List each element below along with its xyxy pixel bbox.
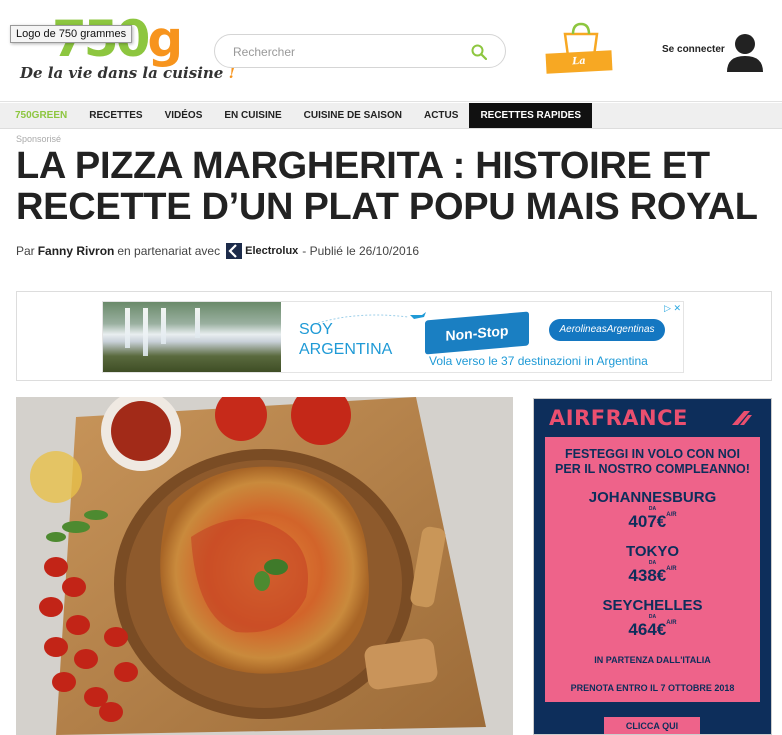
ad-airline-logo: AerolineasArgentinas: [549, 319, 665, 341]
byline-prefix: Par: [16, 244, 35, 258]
destination-city: SEYCHELLES: [602, 597, 703, 614]
side-ad[interactable]: AIRFRANCE FESTEGGI IN VOLO CON NOI PER I…: [533, 398, 772, 735]
shop-label: La Boutique: [545, 50, 613, 88]
article-title: LA PIZZA MARGHERITA : HISTOIRE ET RECETT…: [16, 145, 758, 228]
author-link[interactable]: Fanny Rivron: [38, 244, 115, 258]
banner-ad[interactable]: SOY ARGENTINA Non-Stop AerolineasArgentin…: [102, 301, 684, 373]
plane-icon: [318, 312, 426, 324]
search-icon[interactable]: [471, 44, 487, 60]
site-header: 750g De la vie dans la cuisine ! Logo de…: [0, 0, 782, 102]
banner-ad-container: SOY ARGENTINA Non-Stop AerolineasArgentin…: [16, 291, 772, 381]
ad-subtext: Vola verso le 37 destinazioni in Argenti…: [429, 354, 648, 368]
destination-price: 407€: [628, 512, 667, 531]
site-logo[interactable]: 750g De la vie dans la cuisine !: [18, 12, 235, 92]
airfrance-offer-panel: FESTEGGI IN VOLO CON NOI PER IL NOSTRO C…: [545, 437, 760, 702]
destination-city: JOHANNESBURG: [588, 489, 717, 506]
article-hero-image: [16, 397, 513, 735]
destination-city: TOKYO: [625, 543, 680, 560]
login-link[interactable]: Se connecter: [662, 44, 725, 55]
partner-name: Electrolux: [245, 245, 299, 257]
user-icon[interactable]: [726, 32, 764, 72]
partner-logo[interactable]: Electrolux: [226, 243, 298, 259]
ad-nonstop-badge: Non-Stop: [425, 311, 529, 355]
airfrance-stripe-icon: [732, 411, 752, 425]
offer-headline: FESTEGGI IN VOLO CON NOI PER IL NOSTRO C…: [555, 447, 750, 476]
destination-block: TOKYO DA 438€A/R: [545, 543, 760, 586]
logo-tagline: De la vie dans la cuisine !: [20, 64, 236, 82]
waterfall-photo: [103, 302, 281, 372]
deadline-note: PRENOTA ENTRO IL 7 OTTOBRE 2018: [570, 683, 735, 693]
nav-item-recettes-rapides[interactable]: RECETTES RAPIDES: [469, 103, 593, 128]
destination-price: 438€: [628, 566, 667, 585]
publish-date: - Publié le 26/10/2016: [302, 244, 420, 258]
destination-block: SEYCHELLES DA 464€A/R: [545, 597, 760, 640]
departure-note: IN PARTENZA DALL'ITALIA: [594, 655, 711, 665]
nav-item-videos[interactable]: VIDÉOS: [154, 103, 214, 128]
search-bar: [214, 34, 506, 68]
main-nav: 750GREEN RECETTES VIDÉOS EN CUISINE CUIS…: [0, 103, 782, 129]
search-input[interactable]: [233, 43, 463, 61]
airfrance-logo: AIRFRANCE: [549, 406, 688, 430]
shop-link[interactable]: La Boutique: [545, 22, 614, 88]
nav-item-actus[interactable]: ACTUS: [413, 103, 469, 128]
nav-item-cuisine-de-saison[interactable]: CUISINE DE SAISON: [293, 103, 413, 128]
nav-item-750green[interactable]: 750GREEN: [15, 103, 78, 128]
destination-price: 464€: [628, 620, 667, 639]
cta-button[interactable]: CLICCA QUI: [604, 717, 700, 734]
sponsored-label: Sponsorisé: [16, 134, 62, 144]
electrolux-icon: [226, 243, 243, 259]
destination-block: JOHANNESBURG DA 407€A/R: [545, 489, 760, 532]
partner-text: en partenariat avec: [117, 244, 221, 258]
logo-tooltip: Logo de 750 grammes: [10, 25, 133, 43]
adchoices-icon[interactable]: ▷ ✕: [664, 303, 681, 314]
article-byline: Par Fanny Rivron en partenariat avec Ele…: [16, 243, 419, 259]
pizza-photo: [16, 397, 513, 735]
nav-item-recettes[interactable]: RECETTES: [78, 103, 153, 128]
nav-item-en-cuisine[interactable]: EN CUISINE: [213, 103, 292, 128]
